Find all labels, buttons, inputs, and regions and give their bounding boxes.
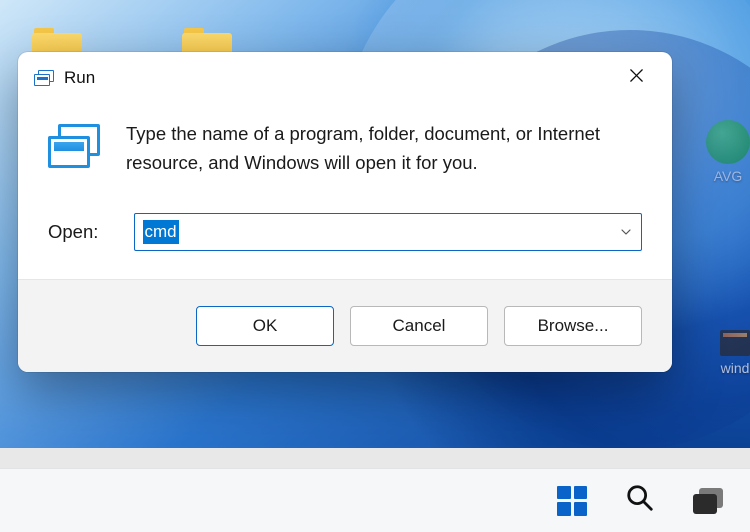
search-icon xyxy=(625,483,655,518)
open-input[interactable] xyxy=(134,213,642,251)
open-label: Open: xyxy=(48,221,106,243)
windows-logo-icon xyxy=(557,486,587,516)
window-title: Run xyxy=(64,68,95,88)
run-large-icon xyxy=(48,124,100,168)
cancel-button[interactable]: Cancel xyxy=(350,306,488,346)
close-icon xyxy=(629,68,644,88)
task-view-button[interactable] xyxy=(688,481,728,521)
titlebar[interactable]: Run xyxy=(18,52,672,96)
taskbar xyxy=(0,468,750,532)
ok-button[interactable]: OK xyxy=(196,306,334,346)
close-button[interactable] xyxy=(616,62,656,94)
dialog-button-bar: OK Cancel Browse... xyxy=(18,279,672,372)
dialog-description: Type the name of a program, folder, docu… xyxy=(126,120,636,177)
run-icon xyxy=(34,70,54,86)
desktop-icon-avg[interactable]: AVG xyxy=(706,120,750,184)
task-view-icon xyxy=(693,488,723,514)
taskbar-search-button[interactable] xyxy=(620,481,660,521)
desktop-icon-label: wind xyxy=(721,360,750,376)
start-button[interactable] xyxy=(552,481,592,521)
run-dialog: Run Type the name of a program, folder, … xyxy=(18,52,672,372)
desktop-icon-wind[interactable]: wind xyxy=(720,330,750,376)
open-combobox[interactable]: cmd xyxy=(134,213,642,251)
desktop-icon-label: AVG xyxy=(714,168,743,184)
browse-button[interactable]: Browse... xyxy=(504,306,642,346)
